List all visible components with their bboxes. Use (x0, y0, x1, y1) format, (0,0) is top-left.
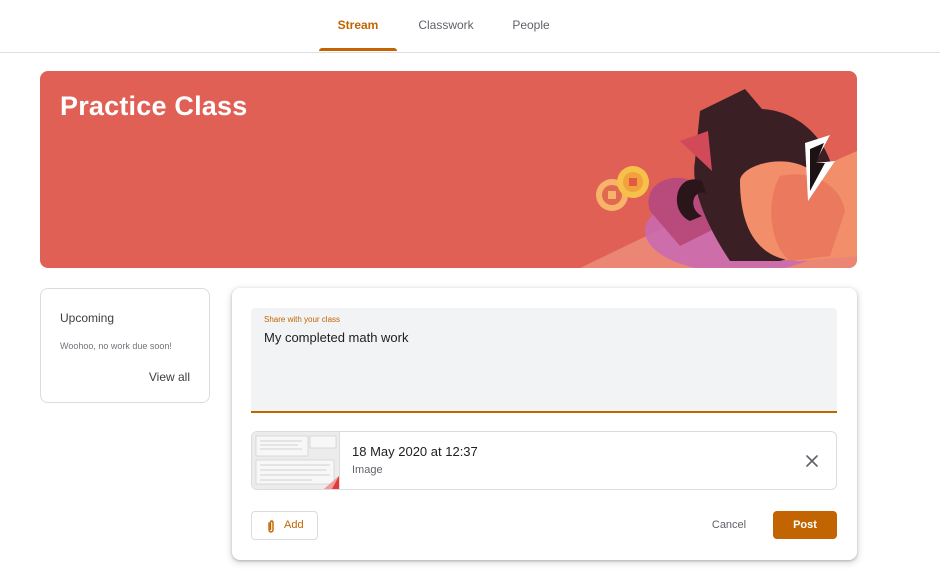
attachment-title: 18 May 2020 at 12:37 (352, 444, 478, 459)
tab-classwork-label: Classwork (418, 18, 474, 32)
post-button[interactable]: Post (773, 511, 837, 539)
close-icon[interactable] (800, 449, 824, 473)
attachment-chip[interactable]: 18 May 2020 at 12:37 Image (251, 431, 837, 490)
top-nav: Stream Classwork People (0, 0, 940, 53)
paperclip-icon (268, 520, 274, 533)
tab-people-label: People (512, 18, 550, 32)
add-button-label: Add (284, 519, 304, 531)
upcoming-title: Upcoming (60, 311, 115, 325)
share-field-value[interactable]: My completed math work (264, 330, 409, 345)
active-tab-indicator (319, 48, 397, 51)
class-title: Practice Class (60, 91, 248, 121)
tab-stream[interactable]: Stream (319, 0, 397, 51)
announcement-composer: Share with your class My completed math … (232, 288, 857, 560)
upcoming-card: Upcoming Woohoo, no work due soon! View … (40, 288, 210, 403)
cancel-button[interactable]: Cancel (702, 511, 756, 540)
view-all-link[interactable]: View all (149, 370, 190, 384)
class-banner: Practice Class (40, 71, 857, 268)
share-text-field[interactable]: Share with your class My completed math … (251, 308, 837, 413)
attachment-thumbnail (252, 432, 340, 489)
tab-stream-label: Stream (337, 18, 379, 32)
add-attachment-button[interactable]: Add (251, 511, 318, 540)
share-field-label: Share with your class (264, 315, 341, 324)
upcoming-empty-text: Woohoo, no work due soon! (60, 341, 172, 351)
attachment-type: Image (352, 464, 383, 476)
tab-people[interactable]: People (499, 0, 563, 51)
tab-classwork[interactable]: Classwork (407, 0, 485, 51)
